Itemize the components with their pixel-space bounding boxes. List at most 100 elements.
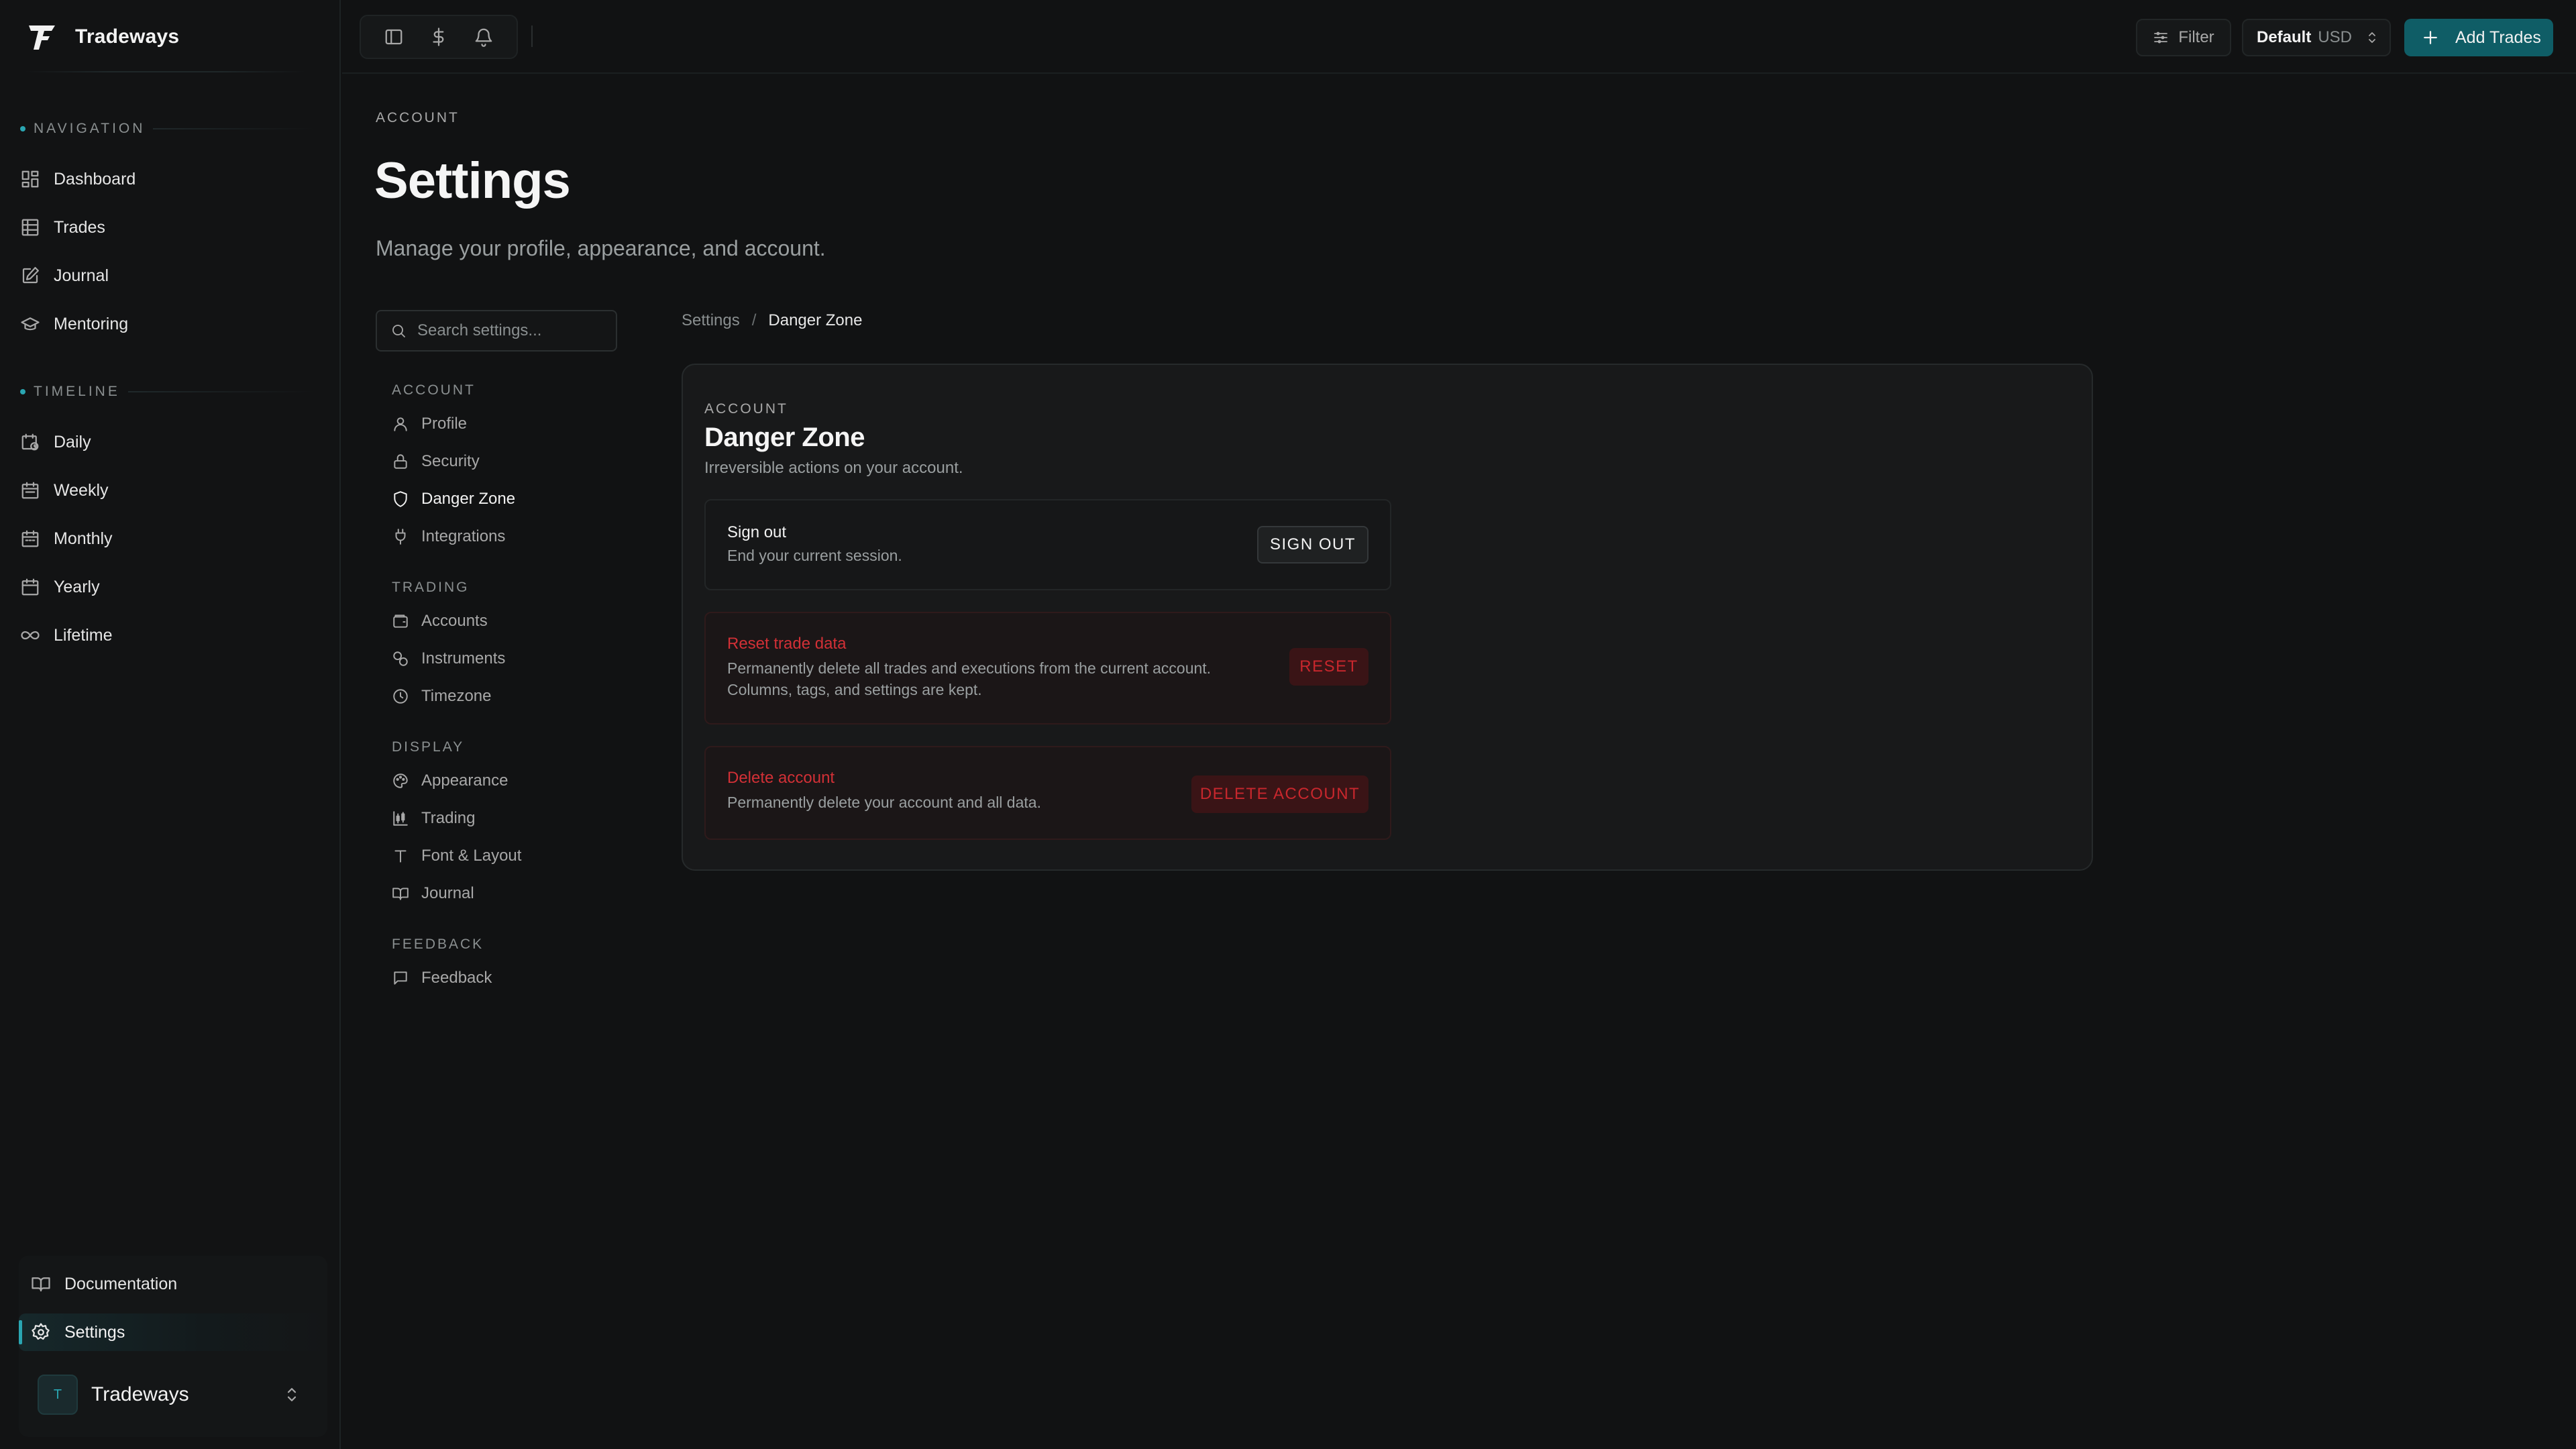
- sidebar-item-monthly[interactable]: Monthly: [20, 520, 315, 557]
- divider: [24, 71, 306, 72]
- wallet-icon: [392, 612, 409, 630]
- account-name: Default: [2257, 28, 2312, 46]
- settings-nav-integrations[interactable]: Integrations: [392, 523, 620, 550]
- sidebar-item-journal[interactable]: Journal: [20, 257, 315, 294]
- coins-icon: [392, 650, 409, 667]
- sidebar-item-lifetime[interactable]: Lifetime: [20, 616, 315, 654]
- sidebar-item-yearly[interactable]: Yearly: [20, 568, 315, 606]
- breadcrumb: Settings / Danger Zone: [682, 309, 862, 333]
- row-description: End your current session.: [727, 547, 902, 564]
- sidebar-item-label: Yearly: [54, 577, 100, 596]
- book-open-icon: [31, 1274, 51, 1294]
- delete-account-button[interactable]: DELETE ACCOUNT: [1191, 775, 1368, 813]
- settings-nav-label: Timezone: [421, 687, 492, 705]
- sign-out-row: Sign out End your current session. SIGN …: [704, 499, 1391, 590]
- clock-icon: [392, 688, 409, 705]
- settings-search[interactable]: [376, 310, 617, 352]
- panel-title: Danger Zone: [704, 423, 865, 452]
- brand[interactable]: Tradeways: [25, 20, 179, 54]
- settings-nav-label: Trading: [421, 809, 476, 827]
- settings-nav-feedback[interactable]: Feedback: [392, 965, 620, 991]
- settings-nav-security[interactable]: Security: [392, 448, 620, 475]
- settings-nav-journal[interactable]: Journal: [392, 880, 620, 907]
- settings-nav-danger-zone[interactable]: Danger Zone: [392, 486, 620, 513]
- row-description: Columns, tags, and settings are kept.: [727, 681, 982, 698]
- brand-name: Tradeways: [75, 25, 180, 48]
- palette-icon: [392, 772, 409, 790]
- settings-nav-label: Feedback: [421, 969, 492, 987]
- search-icon: [390, 323, 407, 339]
- page-subtitle: Manage your profile, appearance, and acc…: [376, 236, 826, 260]
- sidebar-item-settings[interactable]: Settings: [19, 1313, 327, 1351]
- settings-group-heading: ACCOUNT: [392, 382, 476, 398]
- sidebar-footer: Documentation Settings T Tradeways: [19, 1256, 327, 1437]
- breadcrumb-current: Danger Zone: [768, 311, 863, 329]
- settings-nav-font-layout[interactable]: Font & Layout: [392, 843, 620, 869]
- add-trades-label: Add Trades: [2455, 28, 2541, 47]
- breadcrumb-settings[interactable]: Settings: [682, 311, 740, 330]
- sidebar-item-daily[interactable]: Daily: [20, 423, 315, 461]
- settings-nav-profile[interactable]: Profile: [392, 411, 620, 437]
- chevrons-up-down-icon: [2364, 30, 2380, 46]
- page-title: Settings: [374, 152, 571, 209]
- gear-icon: [31, 1322, 51, 1342]
- settings-nav-label: Instruments: [421, 649, 506, 667]
- settings-nav-instruments[interactable]: Instruments: [392, 645, 620, 672]
- calendar-icon: [20, 529, 40, 549]
- calendar-icon: [20, 577, 40, 597]
- table-icon: [20, 217, 40, 237]
- workspace-switcher[interactable]: T Tradeways: [28, 1366, 318, 1424]
- section-line: [153, 128, 315, 129]
- row-description: Permanently delete your account and all …: [727, 794, 1041, 811]
- panel-subtitle: Irreversible actions on your account.: [704, 459, 963, 477]
- sidebar-item-mentoring[interactable]: Mentoring: [20, 305, 315, 343]
- settings-nav-accounts[interactable]: Accounts: [392, 608, 620, 635]
- type-icon: [392, 847, 409, 865]
- journal-edit-icon: [20, 266, 40, 286]
- panel-eyebrow: ACCOUNT: [704, 401, 788, 417]
- plug-icon: [392, 528, 409, 545]
- settings-nav-label: Integrations: [421, 527, 506, 545]
- navigation-section-label: NAVIGATION: [20, 121, 315, 137]
- row-title: Sign out: [727, 523, 787, 541]
- search-input[interactable]: [417, 321, 605, 340]
- sidebar-item-documentation[interactable]: Documentation: [31, 1265, 313, 1303]
- account-selector[interactable]: Default USD: [2242, 19, 2391, 56]
- toolbar-group: [360, 15, 518, 59]
- sidebar-item-label: Mentoring: [54, 314, 129, 333]
- shield-icon: [392, 490, 409, 508]
- sidebar-item-label: Journal: [54, 266, 109, 285]
- sidebar-item-label: Weekly: [54, 480, 109, 500]
- toolbar-divider: [531, 25, 533, 47]
- settings-group-heading: FEEDBACK: [392, 936, 484, 952]
- filter-label: Filter: [2178, 28, 2214, 46]
- sidebar-item-label: Lifetime: [54, 625, 113, 645]
- sidebar-item-dashboard[interactable]: Dashboard: [20, 160, 315, 198]
- settings-nav-label: Journal: [421, 884, 474, 902]
- chevrons-up-down-icon: [282, 1385, 302, 1405]
- reset-button[interactable]: RESET: [1289, 648, 1368, 686]
- settings-nav-label: Font & Layout: [421, 847, 522, 865]
- sidebar-item-label: Trades: [54, 217, 105, 237]
- section-dot: [20, 389, 25, 394]
- danger-zone-panel: ACCOUNT Danger Zone Irreversible actions…: [682, 364, 2093, 871]
- workspace-name: Tradeways: [91, 1383, 189, 1405]
- candlestick-chart-icon: [392, 810, 409, 827]
- sidebar-item-label: Daily: [54, 432, 91, 451]
- settings-nav-label: Profile: [421, 415, 468, 433]
- add-trades-button[interactable]: Add Trades: [2404, 19, 2553, 56]
- settings-nav-label: Accounts: [421, 612, 488, 630]
- dollar-icon[interactable]: [429, 27, 449, 47]
- sign-out-button[interactable]: SIGN OUT: [1257, 526, 1368, 564]
- sidebar-item-trades[interactable]: Trades: [20, 209, 315, 246]
- calendar-icon: [20, 480, 40, 500]
- settings-nav-appearance[interactable]: Appearance: [392, 767, 620, 794]
- sidebar-item-weekly[interactable]: Weekly: [20, 472, 315, 509]
- plus-icon: [2420, 28, 2440, 48]
- settings-nav-trading[interactable]: Trading: [392, 805, 620, 832]
- settings-group-heading: TRADING: [392, 580, 470, 595]
- settings-nav-timezone[interactable]: Timezone: [392, 683, 620, 710]
- filter-button[interactable]: Filter: [2136, 19, 2231, 56]
- sidebar-toggle-icon[interactable]: [384, 27, 404, 47]
- bell-icon[interactable]: [474, 27, 494, 47]
